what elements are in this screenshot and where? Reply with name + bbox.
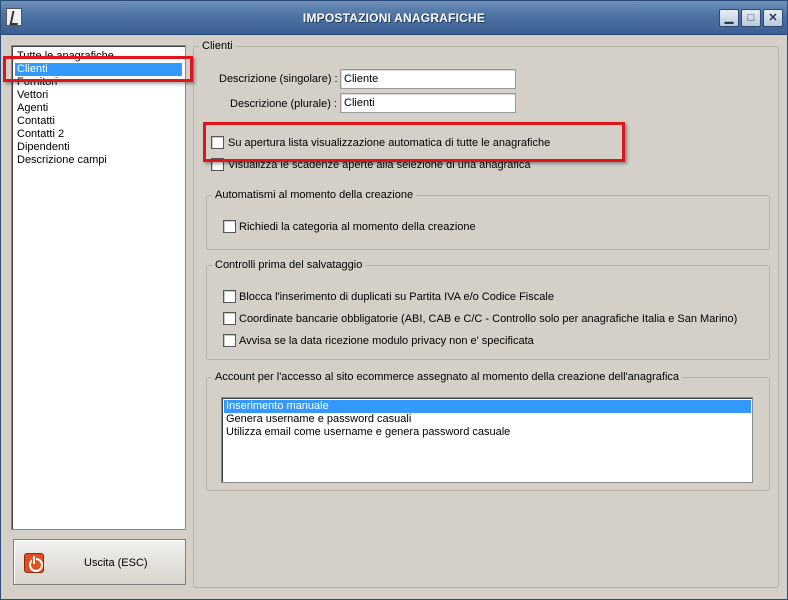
title-bar[interactable]: IMPOSTAZIONI ANAGRAFICHE ▁ □ ✕ (1, 1, 787, 35)
list-item-descrizione-campi[interactable]: Descrizione campi (15, 154, 182, 167)
list-item-random-credentials[interactable]: Genera username e password casuali (224, 413, 751, 426)
list-item-contatti[interactable]: Contatti (15, 115, 182, 128)
bank-coordinates-checkbox[interactable] (223, 312, 236, 325)
list-item-agenti[interactable]: Agenti (15, 102, 182, 115)
block-duplicates-label: Blocca l'inserimento di duplicati su Par… (239, 291, 554, 303)
category-list[interactable]: Tutte le anagrafiche Clienti Fornitori V… (11, 45, 186, 530)
power-icon (24, 553, 44, 573)
exit-button[interactable]: Uscita (ESC) (13, 539, 186, 585)
plural-description-field[interactable]: Clienti (340, 93, 516, 113)
close-button[interactable]: ✕ (763, 9, 783, 27)
window-title: IMPOSTAZIONI ANAGRAFICHE (302, 11, 486, 25)
ask-category-label: Richiedi la categoria al momento della c… (239, 221, 476, 233)
clienti-legend: Clienti (202, 40, 233, 52)
list-item-fornitori[interactable]: Fornitori (15, 76, 182, 89)
bank-coordinates-label: Coordinate bancarie obbligatorie (ABI, C… (239, 313, 738, 325)
auto-show-all-checkbox[interactable] (211, 136, 224, 149)
show-open-deadlines-label: Visualizza le scadenze aperte alla selez… (228, 159, 531, 171)
automatismi-group: Automatismi al momento della creazione (206, 190, 770, 250)
auto-show-all-label: Su apertura lista visualizzazione automa… (228, 137, 551, 149)
list-item-contatti-2[interactable]: Contatti 2 (15, 128, 182, 141)
privacy-date-checkbox[interactable] (223, 334, 236, 347)
automatismi-legend: Automatismi al momento della creazione (215, 189, 414, 201)
account-legend: Account per l'accesso al sito ecommerce … (215, 371, 680, 383)
minimize-button[interactable]: ▁ (719, 9, 739, 27)
list-item-vettori[interactable]: Vettori (15, 89, 182, 102)
show-open-deadlines-checkbox[interactable] (211, 158, 224, 171)
list-item-dipendenti[interactable]: Dipendenti (15, 141, 182, 154)
privacy-date-label: Avvisa se la data ricezione modulo priva… (239, 335, 534, 347)
list-item-email-username[interactable]: Utilizza email come username e genera pa… (224, 426, 751, 439)
list-item-manual[interactable]: Inserimento manuale (224, 400, 751, 413)
maximize-button[interactable]: □ (741, 9, 761, 27)
singular-description-field[interactable]: Cliente (340, 69, 516, 89)
list-item-tutte[interactable]: Tutte le anagrafiche (15, 50, 182, 63)
controlli-legend: Controlli prima del salvataggio (215, 259, 363, 271)
ask-category-checkbox[interactable] (223, 220, 236, 233)
list-item-clienti[interactable]: Clienti (15, 63, 182, 76)
plural-label: Descrizione (plurale) : (230, 98, 337, 110)
exit-button-label: Uscita (ESC) (84, 557, 148, 569)
settings-window: IMPOSTAZIONI ANAGRAFICHE ▁ □ ✕ Tutte le … (0, 0, 788, 600)
account-mode-list[interactable]: Inserimento manuale Genera username e pa… (221, 397, 753, 483)
singular-label: Descrizione (singolare) : (219, 73, 338, 85)
block-duplicates-checkbox[interactable] (223, 290, 236, 303)
